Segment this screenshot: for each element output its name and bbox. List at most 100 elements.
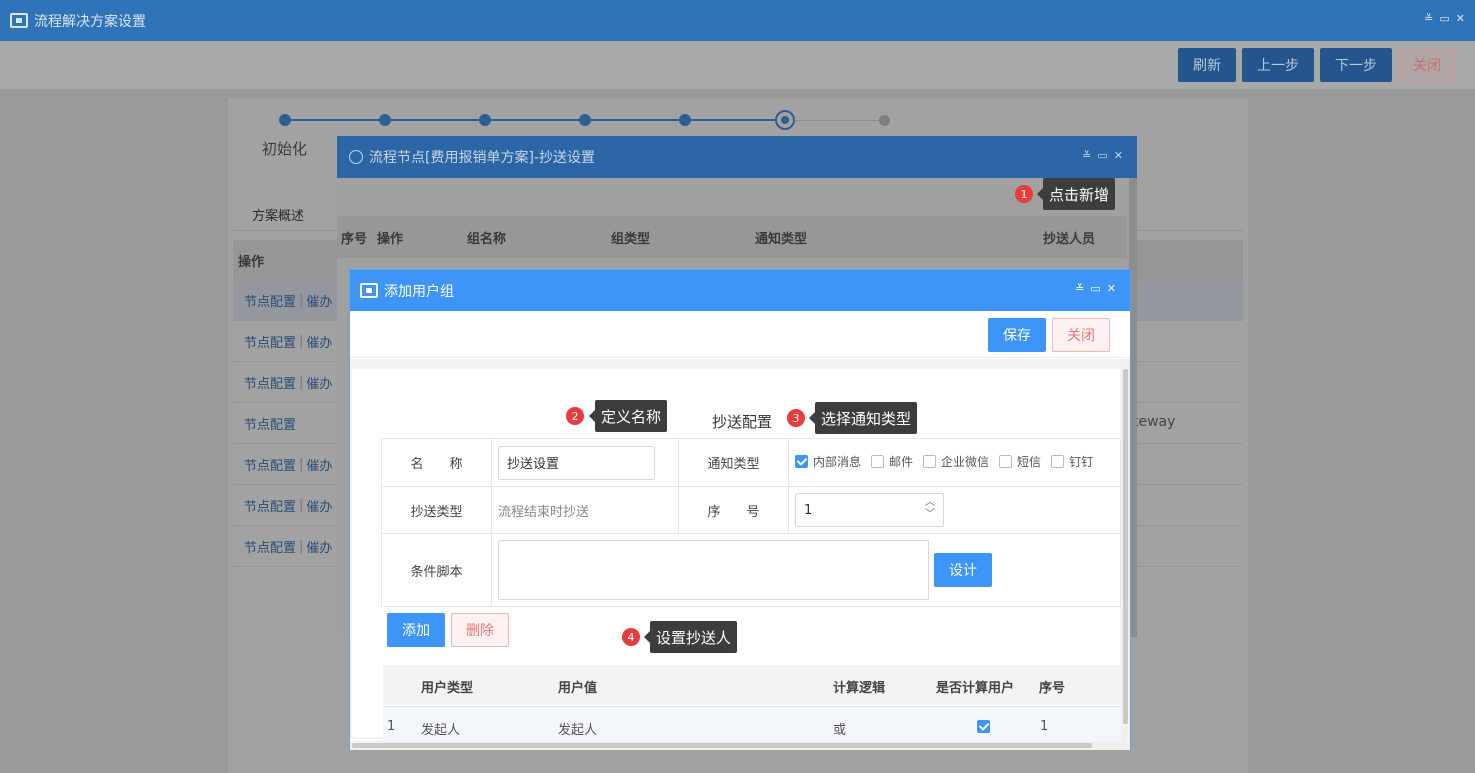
notify-wecom[interactable]: 企业微信 xyxy=(923,453,989,470)
step-dot[interactable] xyxy=(579,114,591,126)
reminder-link[interactable]: 催办 xyxy=(306,455,332,474)
notify-sms[interactable]: 短信 xyxy=(999,453,1041,470)
seq-stepper[interactable]: 1 ︿ ﹀ xyxy=(795,493,944,527)
table-header-actions: 操作 xyxy=(238,255,265,270)
maximize-icon[interactable]: ▭ xyxy=(1090,282,1100,295)
vertical-scrollbar[interactable] xyxy=(1121,359,1130,741)
user-value-cell: 发起人 xyxy=(558,723,598,738)
step-dot-current[interactable] xyxy=(775,110,795,130)
cc-dialog-titlebar: 流程节点[费用报销单方案]-抄送设置 ≚ ▭ ✕ xyxy=(337,136,1137,178)
callout-badge: 4 xyxy=(622,628,640,646)
step-dot[interactable] xyxy=(679,114,691,126)
maximize-icon[interactable]: ▭ xyxy=(1097,149,1107,162)
cc-config-form: 名 称 抄送设置 通知类型 内部消息 邮件 企业微信 短信 钉钉 抄送类型 流程结束时抄… xyxy=(381,438,1121,607)
collapse-icon[interactable]: ≚ xyxy=(1082,149,1091,162)
checkbox-icon[interactable] xyxy=(923,455,937,468)
reminder-link[interactable]: 催办 xyxy=(306,332,332,351)
node-config-link[interactable]: 节点配置 xyxy=(244,455,296,474)
add-group-controls: ≚ ▭ ✕ xyxy=(1075,282,1116,295)
row-index: 1 xyxy=(387,719,396,734)
callout-badge: 3 xyxy=(787,409,805,427)
node-config-link[interactable]: 节点配置 xyxy=(244,537,296,556)
section-title: 抄送配置 xyxy=(712,413,773,431)
monitor-icon xyxy=(10,13,28,28)
col-logic: 计算逻辑 xyxy=(833,681,886,696)
name-input[interactable]: 抄送设置 xyxy=(498,445,655,480)
reminder-link[interactable]: 催办 xyxy=(306,496,332,515)
add-group-titlebar: 添加用户组 ≚ ▭ ✕ xyxy=(350,270,1130,311)
checkbox-icon[interactable] xyxy=(871,455,885,468)
tab-overview[interactable]: 方案概述 xyxy=(252,205,304,224)
logic-cell: 或 xyxy=(833,723,847,738)
col-actions: 操作 xyxy=(377,231,404,247)
reminder-link[interactable]: 催办 xyxy=(306,291,332,310)
prev-step-button[interactable]: 上一步 xyxy=(1242,48,1314,82)
callout-tip: 点击新增 xyxy=(1036,178,1116,210)
cc-type-value: 流程结束时抄送 xyxy=(491,486,679,534)
node-config-link[interactable]: 节点配置 xyxy=(244,414,296,433)
checkbox-icon[interactable] xyxy=(1051,455,1065,468)
add-group-toolbar: 保存 关闭 xyxy=(350,311,1130,358)
callout-badge: 2 xyxy=(566,407,584,425)
maximize-icon[interactable]: ▭ xyxy=(1439,12,1449,25)
close-icon[interactable]: ✕ xyxy=(1114,149,1123,162)
seq-cell: 1 xyxy=(1040,719,1049,734)
col-group-type: 组类型 xyxy=(611,231,651,247)
window-title: 流程解决方案设置 xyxy=(34,13,146,30)
reminder-link[interactable]: 催办 xyxy=(306,537,332,556)
notify-email[interactable]: 邮件 xyxy=(871,453,913,470)
save-button[interactable]: 保存 xyxy=(988,318,1046,352)
checkbox-icon[interactable] xyxy=(999,455,1013,468)
checkbox-checked-icon[interactable] xyxy=(795,455,808,468)
step-dot[interactable] xyxy=(479,114,491,126)
add-user-group-dialog: 添加用户组 ≚ ▭ ✕ 保存 关闭 抄送配置 名 称 抄送设置 通知类型 内部消… xyxy=(349,269,1131,750)
step-dot-pending[interactable] xyxy=(879,115,890,126)
collapse-icon[interactable]: ≚ xyxy=(1075,282,1084,295)
refresh-button[interactable]: 刷新 xyxy=(1178,48,1236,82)
design-button[interactable]: 设计 xyxy=(934,553,992,587)
close-button[interactable]: 关闭 xyxy=(1398,48,1456,82)
add-group-body: 抄送配置 名 称 抄送设置 通知类型 内部消息 邮件 企业微信 短信 钉钉 抄送类型 流… xyxy=(350,359,1130,746)
cc-type-label: 抄送类型 xyxy=(381,486,492,534)
calc-user-checkbox[interactable] xyxy=(977,720,990,733)
node-config-link[interactable]: 节点配置 xyxy=(244,291,296,310)
next-step-button[interactable]: 下一步 xyxy=(1320,48,1392,82)
add-button[interactable]: 添加 xyxy=(387,613,445,647)
callout-badge: 1 xyxy=(1015,185,1033,203)
close-icon[interactable]: ✕ xyxy=(1107,282,1116,295)
node-config-link[interactable]: 节点配置 xyxy=(244,373,296,392)
node-config-link[interactable]: 节点配置 xyxy=(244,496,296,515)
table-row[interactable]: 1 发起人 发起人 或 1 xyxy=(383,706,1121,746)
script-textarea[interactable] xyxy=(498,540,929,600)
user-type-cell: 发起人 xyxy=(421,723,461,738)
callout-tip: 定义名称 xyxy=(588,400,668,432)
user-grid-header: 用户类型 用户值 计算逻辑 是否计算用户 序号 xyxy=(383,665,1121,705)
close-icon[interactable]: ✕ xyxy=(1456,12,1465,25)
notify-dingtalk[interactable]: 钉钉 xyxy=(1051,453,1093,470)
stepper-arrows-icon[interactable]: ︿ ﹀ xyxy=(925,497,935,521)
notify-type-options: 内部消息 邮件 企业微信 短信 钉钉 xyxy=(788,438,1121,487)
delete-button[interactable]: 删除 xyxy=(451,613,509,647)
col-calc-user: 是否计算用户 xyxy=(936,681,1015,696)
cc-table-header: 序号 操作 组名称 组类型 通知类型 抄送人员 xyxy=(337,216,1127,258)
notify-type-label: 通知类型 xyxy=(678,438,789,487)
window-controls: ≚ ▭ ✕ xyxy=(1424,12,1465,25)
step-dot[interactable] xyxy=(279,114,291,126)
gateway-cell: teway xyxy=(1133,414,1176,430)
horizontal-scrollbar[interactable] xyxy=(350,741,1130,750)
reminder-link[interactable]: 催办 xyxy=(306,373,332,392)
collapse-icon[interactable]: ≚ xyxy=(1424,12,1433,25)
add-group-title: 添加用户组 xyxy=(384,283,454,300)
step-dot[interactable] xyxy=(379,114,391,126)
col-user-value: 用户值 xyxy=(558,681,598,696)
notify-internal[interactable]: 内部消息 xyxy=(795,453,861,470)
callout-tip: 选择通知类型 xyxy=(808,402,918,434)
script-label: 条件脚本 xyxy=(381,533,492,607)
close-button[interactable]: 关闭 xyxy=(1052,318,1110,352)
col-seq: 序号 xyxy=(1039,681,1066,696)
monitor-icon xyxy=(360,283,378,298)
node-config-link[interactable]: 节点配置 xyxy=(244,332,296,351)
flow-icon xyxy=(349,150,363,164)
step-progress-line xyxy=(285,119,785,121)
col-notify-type: 通知类型 xyxy=(755,231,808,247)
